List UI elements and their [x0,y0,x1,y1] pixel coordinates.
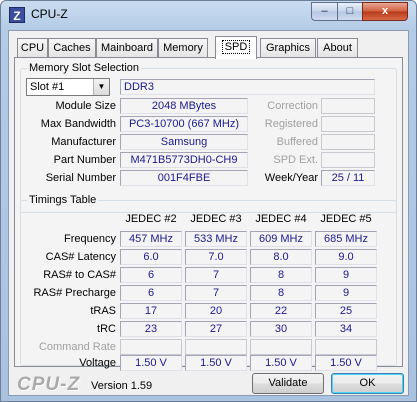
column-header: JEDEC #3 [190,213,242,225]
timing-cell: 27 [185,321,247,337]
timing-cell: 6.0 [120,249,182,265]
correction-value [321,98,375,114]
spd-panel: Memory Slot Selection Slot #1 ▼ DDR3 Mod… [14,57,403,371]
spd-ext-value [321,152,375,168]
timings-group-title: Timings Table [27,194,99,206]
ras-to-cas-label: RAS# to CAS# [43,269,116,281]
version-label: Version 1.59 [91,380,153,392]
voltage-label: Voltage [79,357,116,369]
slot-select[interactable]: Slot #1 ▼ [26,78,110,96]
timing-cell: 1.50 V [250,355,312,371]
timing-cell: 25 [315,303,377,319]
memory-slot-group-title: Memory Slot Selection [27,62,142,74]
spd-ext-label: SPD Ext. [273,154,318,166]
timing-cell [120,339,182,355]
tab-graphics[interactable]: Graphics [260,38,316,58]
tab-mainboard[interactable]: Mainboard [96,38,158,58]
part-number-label: Part Number [53,154,116,166]
timing-cell: 9 [315,267,377,283]
cpuz-window: Z CPU-Z – □ x CPU Caches Mainboard Memor… [0,0,417,402]
window-title: CPU-Z [31,7,68,21]
tab-cpu[interactable]: CPU [17,38,48,58]
timing-cell: 9 [315,285,377,301]
column-header: JEDEC #4 [255,213,307,225]
tab-spd[interactable]: SPD [215,36,257,59]
module-size-label: Module Size [55,100,116,112]
week-year-value: 25 / 11 [321,170,375,186]
command-rate-label: Command Rate [38,341,116,353]
max-bandwidth-label: Max Bandwidth [40,118,116,130]
serial-number-label: Serial Number [45,172,116,184]
manufacturer-label: Manufacturer [51,136,116,148]
tab-label: About [323,42,352,54]
minimize-button[interactable]: – [311,2,338,21]
trc-label: tRC [97,323,116,335]
validate-button[interactable]: Validate [252,373,324,394]
timing-cell: 7.0 [185,249,247,265]
client-area: CPU Caches Mainboard Memory SPD Graphics… [8,30,409,396]
column-header: JEDEC #2 [125,213,177,225]
timing-cell: 457 MHz [120,231,182,247]
cas-latency-label: CAS# Latency [45,251,116,263]
correction-label: Correction [267,100,318,112]
timing-cell: 7 [185,267,247,283]
slot-select-value: Slot #1 [30,81,65,93]
tab-label: Mainboard [101,42,153,54]
tab-label: CPU [20,42,45,54]
timing-cell: 6 [120,267,182,283]
timing-cell: 20 [185,303,247,319]
timing-cell: 34 [315,321,377,337]
tab-memory[interactable]: Memory [158,38,208,58]
timing-cell: 8 [250,267,312,283]
tab-caches[interactable]: Caches [48,38,96,58]
timing-cell: 1.50 V [120,355,182,371]
cpuz-logo: CPU-Z [17,374,81,395]
title-bar[interactable]: Z CPU-Z – □ x [1,1,416,29]
registered-value [321,116,375,132]
memory-type-field: DDR3 [120,79,375,95]
ras-precharge-label: RAS# Precharge [33,287,116,299]
timing-cell: 22 [250,303,312,319]
ok-button[interactable]: OK [331,373,404,394]
timing-cell: 8 [250,285,312,301]
buffered-value [321,134,375,150]
buffered-label: Buffered [276,136,318,148]
timing-cell: 6 [120,285,182,301]
max-bandwidth-value: PC3-10700 (667 MHz) [120,116,248,132]
timing-cell: 30 [250,321,312,337]
tab-label: Graphics [265,42,311,54]
frequency-label: Frequency [64,233,116,245]
tab-label: Caches [53,42,91,54]
chevron-down-icon: ▼ [93,79,109,95]
timing-cell: 9.0 [315,249,377,265]
registered-label: Registered [264,118,318,130]
timing-cell: 17 [120,303,182,319]
manufacturer-value: Samsung [120,134,248,150]
timing-cell: 609 MHz [250,231,312,247]
column-header: JEDEC #5 [320,213,372,225]
close-button[interactable]: x [362,2,408,21]
timing-cell: 685 MHz [315,231,377,247]
timing-cell [185,339,247,355]
timing-cell: 1.50 V [185,355,247,371]
module-size-value: 2048 MBytes [120,98,248,114]
week-year-label: Week/Year [264,172,318,184]
timing-cell: 23 [120,321,182,337]
timing-cell [315,339,377,355]
tab-about[interactable]: About [317,38,358,58]
timing-cell: 533 MHz [185,231,247,247]
maximize-button[interactable]: □ [337,2,363,21]
timing-cell: 7 [185,285,247,301]
timing-cell: 1.50 V [315,355,377,371]
tab-label: Memory [163,42,203,54]
serial-number-value: 001F4FBE [120,170,248,186]
timing-cell [250,339,312,355]
tras-label: tRAS [90,305,116,317]
part-number-value: M471B5773DH0-CH9 [120,152,248,168]
timing-cell: 8.0 [250,249,312,265]
tab-label: SPD [221,40,251,54]
cpuz-app-icon: Z [9,7,25,23]
